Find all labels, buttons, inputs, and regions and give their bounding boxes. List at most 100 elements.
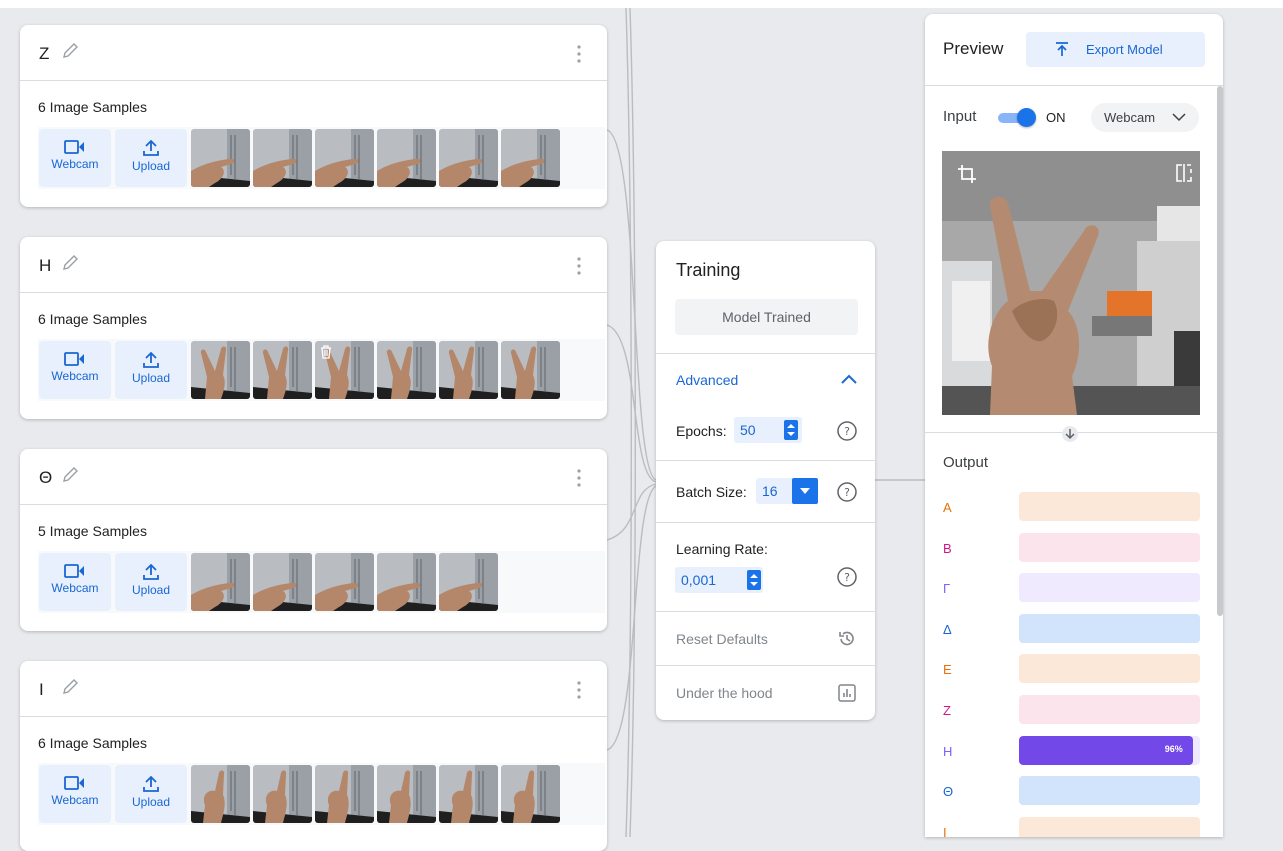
upload-label: Upload: [131, 795, 171, 809]
learning-rate-input[interactable]: 0,001: [675, 567, 763, 593]
more-vert-icon[interactable]: [577, 681, 581, 699]
advanced-toggle[interactable]: Advanced: [676, 372, 738, 388]
videocam-icon: [64, 564, 84, 578]
sample-thumbnail[interactable]: [501, 765, 560, 823]
sample-thumbnail[interactable]: [315, 341, 374, 399]
epochs-input[interactable]: 50: [734, 417, 802, 443]
help-icon[interactable]: ?: [836, 566, 858, 588]
sample-thumbnail[interactable]: [377, 341, 436, 399]
webcam-button[interactable]: Webcam: [39, 129, 111, 187]
output-class-label: I: [943, 824, 947, 837]
class-card: Z 6 Image Samples Webcam Upload: [20, 25, 607, 207]
epochs-spinner-icon[interactable]: [784, 420, 798, 440]
output-class-label: B: [943, 540, 952, 556]
chevron-up-icon[interactable]: [841, 374, 857, 384]
webcam-button[interactable]: Webcam: [39, 765, 111, 823]
sample-thumbnail[interactable]: [315, 129, 374, 187]
flip-icon[interactable]: [1174, 163, 1194, 183]
pencil-icon[interactable]: [60, 677, 80, 697]
preview-title: Preview: [943, 39, 1004, 58]
videocam-icon: [64, 776, 84, 790]
webcam-label: Webcam: [51, 369, 99, 383]
webcam-button[interactable]: Webcam: [39, 553, 111, 611]
delete-icon[interactable]: [318, 344, 334, 360]
learning-rate-spinner-icon[interactable]: [747, 570, 761, 590]
pencil-icon[interactable]: [60, 41, 80, 61]
sample-thumbnail[interactable]: [315, 553, 374, 611]
chevron-down-icon[interactable]: [792, 478, 818, 504]
sample-thumbnail[interactable]: [191, 765, 250, 823]
webcam-button[interactable]: Webcam: [39, 341, 111, 399]
confidence-bar: [1019, 816, 1200, 837]
class-name[interactable]: H: [39, 256, 51, 276]
sample-thumbnail[interactable]: [377, 129, 436, 187]
confidence-bar: [1019, 492, 1200, 521]
sample-thumbnail[interactable]: [439, 553, 498, 611]
more-vert-icon[interactable]: [577, 45, 581, 63]
train-model-button[interactable]: Model Trained: [675, 299, 858, 335]
class-name[interactable]: I: [39, 680, 44, 700]
more-vert-icon[interactable]: [577, 257, 581, 275]
batch-size-select[interactable]: 16: [756, 478, 818, 504]
divider: [656, 522, 875, 523]
reset-defaults-button[interactable]: Reset Defaults: [676, 631, 768, 647]
class-card-header: Z: [20, 25, 607, 81]
output-label: Output: [943, 454, 989, 471]
class-card: Θ 5 Image Samples Webcam Upload: [20, 449, 607, 631]
sample-thumbnail[interactable]: [501, 129, 560, 187]
sample-thumbnail[interactable]: [377, 765, 436, 823]
batch-size-value: 16: [762, 483, 778, 499]
output-class-label: Z: [943, 703, 951, 718]
upload-label: Upload: [131, 371, 171, 385]
toggle-state: ON: [1046, 110, 1066, 125]
sample-thumbnail[interactable]: [253, 765, 312, 823]
crop-icon[interactable]: [956, 163, 978, 185]
sample-thumbnail[interactable]: [377, 553, 436, 611]
pencil-icon[interactable]: [60, 465, 80, 485]
help-icon[interactable]: ?: [836, 420, 858, 442]
output-class-label: Γ: [943, 581, 951, 597]
sample-thumbnail[interactable]: [315, 765, 374, 823]
output-class-label: E: [943, 662, 952, 678]
class-name[interactable]: Θ: [39, 468, 52, 488]
sample-thumbnail[interactable]: [253, 553, 312, 611]
epochs-value: 50: [740, 422, 756, 438]
sample-thumbnail[interactable]: [191, 341, 250, 399]
sample-thumbnail[interactable]: [253, 129, 312, 187]
pencil-icon[interactable]: [60, 253, 80, 273]
help-icon[interactable]: ?: [836, 481, 858, 503]
input-toggle-knob[interactable]: [1017, 108, 1036, 127]
output-class-label: Θ: [943, 784, 954, 800]
confidence-bar: [1019, 654, 1200, 684]
upload-button[interactable]: Upload: [115, 765, 187, 823]
class-card: I 6 Image Samples Webcam Upload: [20, 661, 607, 851]
sample-thumbnail[interactable]: [439, 341, 498, 399]
class-name[interactable]: Z: [39, 44, 49, 64]
learning-rate-label: Learning Rate:: [676, 541, 768, 557]
sample-thumbnail[interactable]: [191, 553, 250, 611]
sample-thumbnail[interactable]: [439, 129, 498, 187]
upload-arrow-icon: [1056, 42, 1068, 56]
class-card-header: H: [20, 237, 607, 293]
sample-thumbnail[interactable]: [191, 129, 250, 187]
upload-button[interactable]: Upload: [115, 129, 187, 187]
class-card: H 6 Image Samples Webcam Upload: [20, 237, 607, 419]
webcam-label: Webcam: [51, 581, 99, 595]
more-vert-icon[interactable]: [577, 469, 581, 487]
top-strip: [0, 0, 1283, 8]
history-icon[interactable]: [837, 629, 857, 649]
learning-rate-value: 0,001: [681, 572, 717, 588]
export-model-button[interactable]: Export Model: [1026, 32, 1205, 67]
upload-button[interactable]: Upload: [115, 553, 187, 611]
input-source-select[interactable]: Webcam: [1091, 103, 1199, 132]
upload-button[interactable]: Upload: [115, 341, 187, 399]
preview-scrollbar[interactable]: [1217, 86, 1223, 616]
under-the-hood-button[interactable]: Under the hood: [676, 685, 773, 701]
divider: [925, 85, 1223, 86]
bar-chart-icon[interactable]: [837, 683, 857, 703]
batch-size-label: Batch Size:: [676, 484, 747, 500]
arrow-down-icon: [1062, 426, 1078, 442]
sample-thumbnail[interactable]: [439, 765, 498, 823]
sample-thumbnail[interactable]: [501, 341, 560, 399]
sample-thumbnail[interactable]: [253, 341, 312, 399]
